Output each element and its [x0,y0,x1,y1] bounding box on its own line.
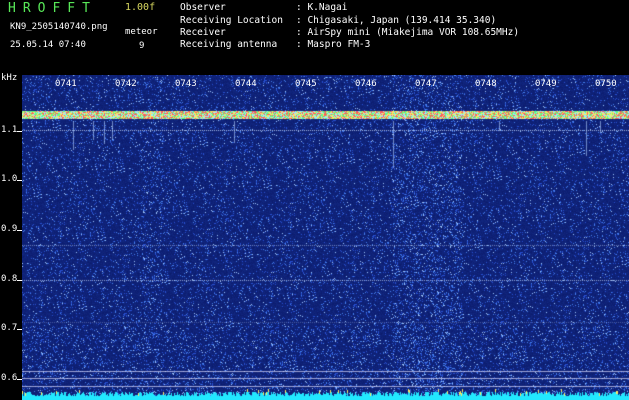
time-tick-label: 0743 [175,79,197,89]
time-tick-label: 0747 [415,79,437,89]
y-tick-label: 0.7 [1,323,18,333]
time-tick-label: 0746 [355,79,377,89]
waterfall-spectrogram[interactable]: 0741 0742 0743 0744 0745 0746 0747 0748 … [22,75,629,400]
observer-value: : K.Nagai [296,2,348,13]
location-value: : Chigasaki, Japan (139.414 35.340) [296,15,497,26]
time-tick-label: 0748 [475,79,497,89]
app-version: 1.00f [125,2,156,13]
spectrogram-canvas [22,75,629,400]
receiver-value: : AirSpy mini (Miakejima VOR 108.65MHz) [296,27,520,38]
time-tick-label: 0741 [55,79,77,89]
location-label: Receiving Location [180,15,283,26]
time-tick-label: 0750 [595,79,617,89]
antenna-label: Receiving antenna [180,39,278,50]
file-name: KN9_2505140740.png [10,22,108,32]
y-tick-label: 1.1 [1,125,18,135]
meteor-count: 9 [139,41,145,51]
app-title: HROFFT [8,1,97,16]
receiver-label: Receiver [180,27,226,38]
timestamp: 25.05.14 07:40 [10,40,86,50]
antenna-value: : Maspro FM-3 [296,39,371,50]
time-tick-label: 0745 [295,79,317,89]
y-tick-label: 0.6 [1,373,18,383]
meteor-label: meteor [125,27,158,37]
header-panel: HROFFT 1.00f KN9_2505140740.png meteor 9… [0,0,629,75]
y-tick-label: 0.8 [1,274,18,284]
observer-label: Observer [180,2,226,13]
y-tick-label: 0.9 [1,224,18,234]
y-axis-unit: kHz [1,73,18,83]
time-tick-label: 0749 [535,79,557,89]
time-tick-label: 0744 [235,79,257,89]
y-tick-label: 1.0 [1,174,18,184]
time-tick-label: 0742 [115,79,137,89]
